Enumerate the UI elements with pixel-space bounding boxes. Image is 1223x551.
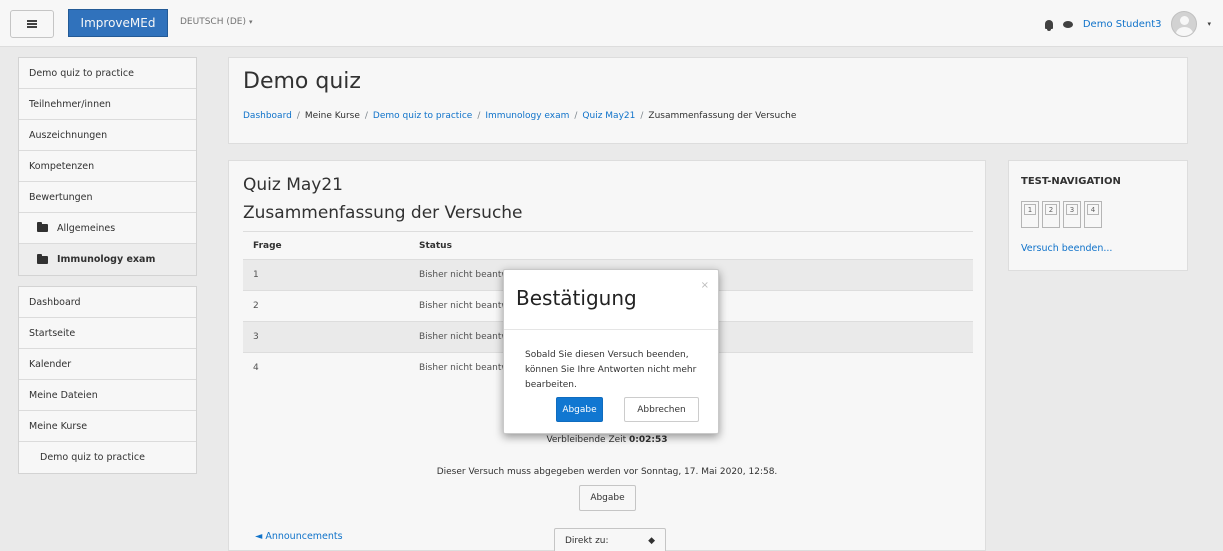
confirmation-dialog: Bestätigung × Sobald Sie diesen Versuch …: [503, 269, 719, 434]
confirm-submit-button[interactable]: Abgabe: [556, 397, 603, 422]
dialog-message: Sobald Sie diesen Versuch beenden, könne…: [525, 350, 697, 390]
close-icon[interactable]: ×: [701, 280, 709, 291]
dialog-header: Bestätigung ×: [504, 270, 718, 330]
cancel-button[interactable]: Abbrechen: [624, 397, 699, 422]
dialog-title: Bestätigung: [516, 286, 637, 310]
